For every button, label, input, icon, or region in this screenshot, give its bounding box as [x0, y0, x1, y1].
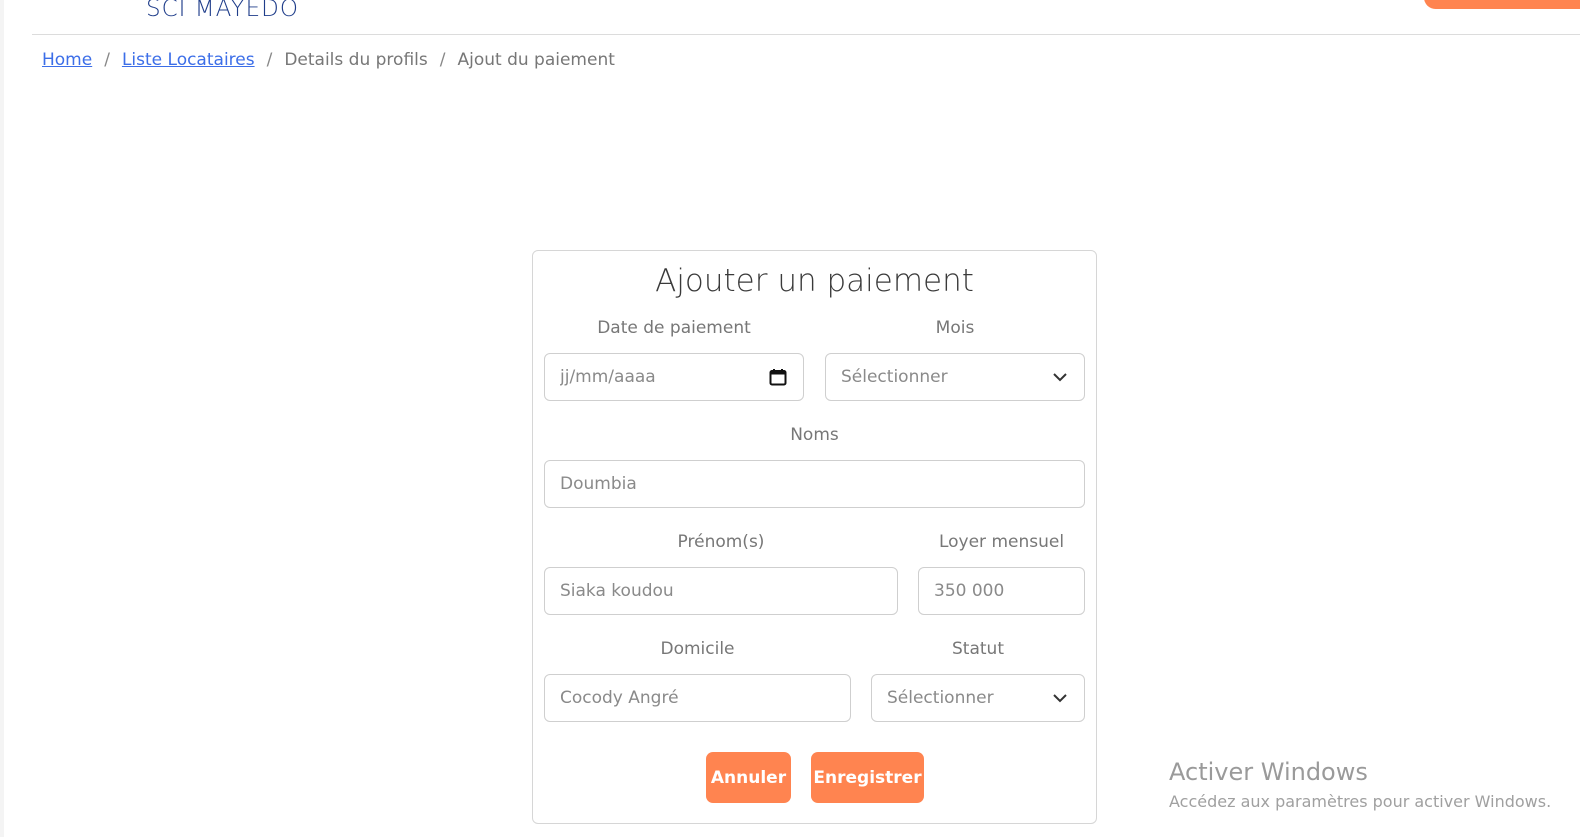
windows-activation-title: Activer Windows — [1169, 758, 1368, 786]
mois-label: Mois — [935, 318, 975, 338]
breadcrumb-separator: / — [104, 50, 110, 70]
domicile-label: Domicile — [660, 639, 735, 659]
logo[interactable]: SCI MAYEDO — [146, 0, 299, 22]
header-divider — [32, 34, 1580, 35]
breadcrumb-home-link[interactable]: Home — [42, 50, 92, 70]
form-title: Ajouter un paiement — [655, 263, 974, 299]
prenoms-input[interactable] — [560, 581, 882, 601]
header: SCI MAYEDO — [0, 0, 1580, 35]
loyer-label: Loyer mensuel — [938, 532, 1065, 552]
chevron-down-icon — [1052, 693, 1068, 703]
domicile-input[interactable] — [560, 688, 835, 708]
statut-label: Statut — [952, 639, 1004, 659]
loyer-input[interactable] — [934, 581, 1069, 601]
noms-field[interactable] — [544, 460, 1085, 508]
header-action-button[interactable] — [1424, 0, 1580, 9]
cancel-button[interactable]: Annuler — [706, 752, 791, 803]
breadcrumb-current-page: Ajout du paiement — [457, 50, 615, 70]
mois-select-value: Sélectionner — [841, 367, 948, 387]
breadcrumb-separator: / — [266, 50, 273, 70]
statut-select[interactable]: Sélectionner — [871, 674, 1085, 722]
breadcrumb-separator: / — [439, 50, 446, 70]
left-edge — [0, 0, 4, 837]
breadcrumb-locataires-link[interactable]: Liste Locataires — [122, 50, 255, 70]
payment-form-card: Ajouter un paiement Date de paiement Moi… — [532, 250, 1097, 824]
mois-select[interactable]: Sélectionner — [825, 353, 1085, 401]
windows-activation-subtitle: Accédez aux paramètres pour activer Wind… — [1169, 792, 1552, 811]
breadcrumb: Home / Liste Locataires / Details du pro… — [42, 48, 615, 72]
prenoms-label: Prénom(s) — [677, 532, 765, 552]
save-button[interactable]: Enregistrer — [811, 752, 924, 803]
breadcrumb-details-profil: Details du profils — [284, 50, 428, 70]
date-label: Date de paiement — [597, 318, 751, 338]
noms-input[interactable] — [560, 474, 1069, 494]
domicile-field[interactable] — [544, 674, 851, 722]
calendar-icon[interactable] — [769, 368, 787, 386]
date-field[interactable] — [544, 353, 804, 401]
loyer-field[interactable] — [918, 567, 1085, 615]
statut-select-value: Sélectionner — [887, 688, 994, 708]
prenoms-field[interactable] — [544, 567, 898, 615]
noms-label: Noms — [790, 425, 839, 445]
date-input[interactable] — [560, 367, 788, 387]
chevron-down-icon — [1052, 372, 1068, 382]
